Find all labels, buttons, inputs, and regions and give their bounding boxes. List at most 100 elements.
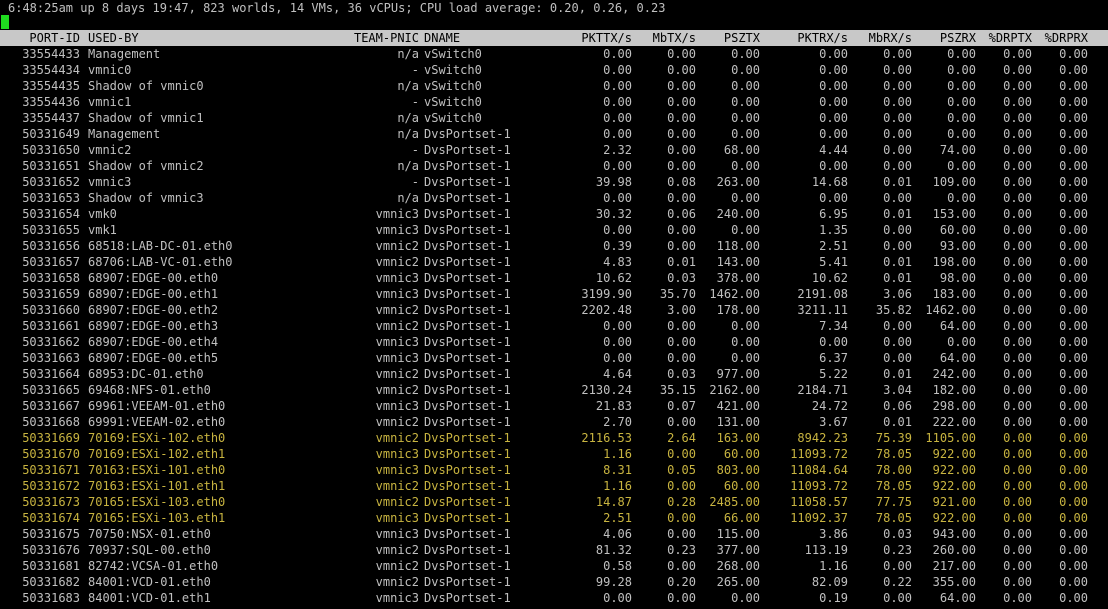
cell-used-by: Shadow of vmnic1 <box>88 111 204 125</box>
cell-mbtx: 0.00 <box>667 239 696 253</box>
cell-pktrx: 10.62 <box>811 271 848 285</box>
cell-mbrx: 0.00 <box>883 223 912 237</box>
cell-drprx: 0.00 <box>1059 351 1088 365</box>
cell-drprx: 0.00 <box>1059 527 1088 541</box>
cell-mbrx: 0.00 <box>883 559 912 573</box>
cell-psztx: 118.00 <box>716 239 760 253</box>
cell-pszrx: 922.00 <box>932 479 976 493</box>
cell-port-id: 33554434 <box>22 63 80 77</box>
cell-dname: vSwitch0 <box>424 79 482 93</box>
cell-port-id: 50331658 <box>22 271 80 285</box>
col-pkttx: PKTTX/s <box>581 31 632 45</box>
cell-psztx: 0.00 <box>731 95 760 109</box>
cell-pkttx: 4.06 <box>603 527 632 541</box>
cell-mbrx: 0.01 <box>883 271 912 285</box>
cell-pkttx: 4.64 <box>603 367 632 381</box>
cell-pktrx: 14.68 <box>811 175 848 189</box>
cell-drprx: 0.00 <box>1059 255 1088 269</box>
cell-used-by: Management <box>88 47 161 61</box>
table-row: 50331676 70937:SQL-00.eth0 vmnic2 DvsPortse… <box>0 542 1108 558</box>
cell-used-by: vmk1 <box>88 223 117 237</box>
cell-port-id: 50331673 <box>22 495 80 509</box>
cell-mbrx: 0.00 <box>883 47 912 61</box>
cell-drptx: 0.00 <box>1003 287 1032 301</box>
cell-mbrx: 0.00 <box>883 143 912 157</box>
cell-used-by: 84001:VCD-01.eth0 <box>88 575 211 589</box>
table-row: 50331656 68518:LAB-DC-01.eth0 vmnic2 DvsPor… <box>0 238 1108 254</box>
cell-drptx: 0.00 <box>1003 415 1032 429</box>
cell-used-by: 70937:SQL-00.eth0 <box>88 543 211 557</box>
cell-drprx: 0.00 <box>1059 399 1088 413</box>
cell-mbtx: 0.01 <box>667 255 696 269</box>
cell-drprx: 0.00 <box>1059 367 1088 381</box>
cell-used-by: vmnic2 <box>88 143 132 157</box>
cell-drptx: 0.00 <box>1003 191 1032 205</box>
table-row: 50331659 68907:EDGE-00.eth1 vmnic3 DvsPorts… <box>0 286 1108 302</box>
cell-pkttx: 2202.48 <box>581 303 632 317</box>
cell-pktrx: 82.09 <box>811 575 848 589</box>
cell-port-id: 50331655 <box>22 223 80 237</box>
cell-mbtx: 0.00 <box>667 223 696 237</box>
cell-used-by: vmnic0 <box>88 63 132 77</box>
network-port-table: 33554433 Management n/a vSwitch0 0.00 0.00 0.0… <box>0 46 1108 606</box>
cell-drprx: 0.00 <box>1059 319 1088 333</box>
cell-pktrx: 24.72 <box>811 399 848 413</box>
cell-team-pnic: n/a <box>397 79 419 93</box>
cell-dname: DvsPortset-1 <box>424 351 511 365</box>
cell-port-id: 50331681 <box>22 559 80 573</box>
table-row: 50331674 70165:ESXi-103.eth1 vmnic3 DvsPort… <box>0 510 1108 526</box>
cell-pkttx: 1.16 <box>603 479 632 493</box>
cell-pkttx: 0.00 <box>603 111 632 125</box>
cell-dname: DvsPortset-1 <box>424 319 511 333</box>
cell-pszrx: 182.00 <box>932 383 976 397</box>
cell-port-id: 50331670 <box>22 447 80 461</box>
cell-psztx: 265.00 <box>716 575 760 589</box>
cell-mbrx: 0.01 <box>883 207 912 221</box>
cell-team-pnic: vmnic2 <box>375 543 419 557</box>
cell-drprx: 0.00 <box>1059 303 1088 317</box>
cell-team-pnic: vmnic3 <box>375 223 419 237</box>
cell-drprx: 0.00 <box>1059 271 1088 285</box>
cell-port-id: 50331660 <box>22 303 80 317</box>
cell-drprx: 0.00 <box>1059 447 1088 461</box>
cell-team-pnic: vmnic2 <box>375 319 419 333</box>
table-row: 33554437 Shadow of vmnic1 n/a vSwitch0 0.00 0… <box>0 110 1108 126</box>
cell-drptx: 0.00 <box>1003 127 1032 141</box>
table-row: 50331649 Management n/a DvsPortset-1 0.00 0.0… <box>0 126 1108 142</box>
cell-pszrx: 242.00 <box>932 367 976 381</box>
cell-dname: DvsPortset-1 <box>424 287 511 301</box>
cell-pktrx: 0.00 <box>819 159 848 173</box>
cell-drptx: 0.00 <box>1003 143 1032 157</box>
cell-pktrx: 0.00 <box>819 127 848 141</box>
cell-mbtx: 0.23 <box>667 543 696 557</box>
cell-used-by: 70169:ESXi-102.eth0 <box>88 431 226 445</box>
cell-drprx: 0.00 <box>1059 175 1088 189</box>
cell-mbtx: 2.64 <box>667 431 696 445</box>
table-row: 50331651 Shadow of vmnic2 n/a DvsPortset-1 0… <box>0 158 1108 174</box>
cell-pkttx: 2.32 <box>603 143 632 157</box>
cell-used-by: vmnic1 <box>88 95 132 109</box>
cell-port-id: 33554433 <box>22 47 80 61</box>
cell-pktrx: 4.44 <box>819 143 848 157</box>
cell-drptx: 0.00 <box>1003 63 1032 77</box>
cell-team-pnic: vmnic2 <box>375 303 419 317</box>
table-row: 50331669 70169:ESXi-102.eth0 vmnic2 DvsPort… <box>0 430 1108 446</box>
cell-pktrx: 3211.11 <box>797 303 848 317</box>
cell-pkttx: 0.00 <box>603 319 632 333</box>
col-drptx: %DRPTX <box>988 31 1032 45</box>
cell-drptx: 0.00 <box>1003 399 1032 413</box>
col-dname: DNAME <box>424 31 461 45</box>
cell-mbtx: 0.00 <box>667 127 696 141</box>
cell-mbtx: 0.00 <box>667 511 696 525</box>
cell-pkttx: 0.00 <box>603 223 632 237</box>
col-drprx: %DRPRX <box>1044 31 1088 45</box>
table-row: 33554433 Management n/a vSwitch0 0.00 0.00 0.0… <box>0 46 1108 62</box>
cell-mbrx: 78.00 <box>875 463 912 477</box>
cell-pktrx: 0.00 <box>819 95 848 109</box>
cell-drprx: 0.00 <box>1059 223 1088 237</box>
cell-mbrx: 0.00 <box>883 159 912 173</box>
cell-pszrx: 98.00 <box>939 271 976 285</box>
cell-drprx: 0.00 <box>1059 591 1088 605</box>
table-row: 50331670 70169:ESXi-102.eth1 vmnic3 DvsPort… <box>0 446 1108 462</box>
cell-mbtx: 0.00 <box>667 319 696 333</box>
